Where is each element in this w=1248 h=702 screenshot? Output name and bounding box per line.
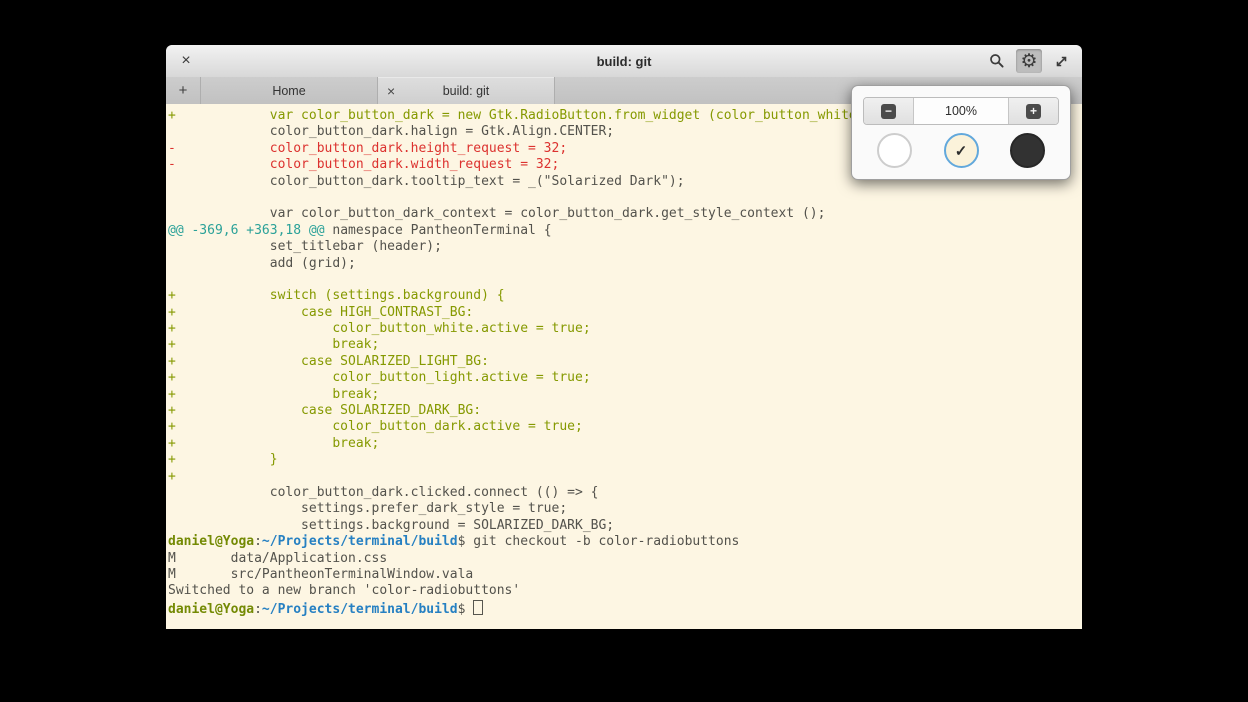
terminal-line: settings.prefer_dark_style = true;	[168, 501, 1082, 517]
terminal-text: $	[458, 602, 474, 617]
terminal-text: +	[168, 469, 176, 484]
terminal-text: settings.prefer_dark_style = true;	[168, 501, 567, 516]
check-icon: ✓	[955, 142, 968, 160]
theme-solarized-dark-button[interactable]	[1010, 133, 1045, 168]
terminal-text: :	[254, 602, 262, 617]
terminal-line: + break;	[168, 436, 1082, 452]
terminal-line: Switched to a new branch 'color-radiobut…	[168, 583, 1082, 599]
terminal-text: color_button_dark.halign = Gtk.Align.CEN…	[168, 124, 614, 139]
terminal-text: + color_button_dark.active = true;	[168, 419, 583, 434]
terminal-line: + switch (settings.background) {	[168, 288, 1082, 304]
titlebar-actions: ⚙	[984, 45, 1074, 77]
theme-solarized-light-button[interactable]: ✓	[944, 133, 979, 168]
tab-build-git[interactable]: × build: git	[378, 77, 555, 104]
terminal-text: settings.background = SOLARIZED_DARK_BG;	[168, 518, 614, 533]
theme-high-contrast-button[interactable]	[877, 133, 912, 168]
terminal-line: M data/Application.css	[168, 551, 1082, 567]
terminal-line: add (grid);	[168, 256, 1082, 272]
terminal-text: add (grid);	[168, 256, 356, 271]
terminal-text: ~/Projects/terminal/build	[262, 534, 458, 549]
terminal-line: @@ -369,6 +363,18 @@ namespace PantheonT…	[168, 223, 1082, 239]
fullscreen-button[interactable]	[1048, 49, 1074, 73]
terminal-text: namespace PantheonTerminal {	[325, 223, 552, 238]
terminal-output[interactable]: + var color_button_dark = new Gtk.RadioB…	[166, 104, 1082, 629]
terminal-text: M src/PantheonTerminalWindow.vala	[168, 567, 473, 582]
terminal-line: + case SOLARIZED_DARK_BG:	[168, 403, 1082, 419]
terminal-text: $ git checkout -b color-radiobuttons	[458, 534, 740, 549]
new-tab-button[interactable]: +	[166, 77, 201, 104]
terminal-line: + case SOLARIZED_LIGHT_BG:	[168, 354, 1082, 370]
titlebar[interactable]: × build: git ⚙	[166, 45, 1082, 78]
close-icon: ×	[387, 83, 395, 99]
terminal-text: + var color_button_dark = new Gtk.RadioB…	[168, 108, 872, 123]
terminal-text: daniel@Yoga	[168, 534, 254, 549]
terminal-line: + }	[168, 452, 1082, 468]
terminal-line: color_button_dark.clicked.connect (() =>…	[168, 485, 1082, 501]
terminal-text: daniel@Yoga	[168, 602, 254, 617]
terminal-line: daniel@Yoga:~/Projects/terminal/build$	[168, 600, 1082, 616]
terminal-text: @@ -369,6 +363,18 @@	[168, 223, 325, 238]
tab-close-button[interactable]: ×	[387, 83, 395, 99]
terminal-text: + case SOLARIZED_LIGHT_BG:	[168, 354, 489, 369]
terminal-text: - color_button_dark.width_request = 32;	[168, 157, 559, 172]
zoom-out-icon: −	[881, 104, 896, 119]
zoom-level: 100%	[913, 98, 1009, 124]
terminal-line: + color_button_light.active = true;	[168, 370, 1082, 386]
terminal-line: var color_button_dark_context = color_bu…	[168, 206, 1082, 222]
terminal-text: + case HIGH_CONTRAST_BG:	[168, 305, 473, 320]
terminal-line: +	[168, 469, 1082, 485]
terminal-text: + break;	[168, 387, 379, 402]
terminal-line	[168, 272, 1082, 288]
window-close-button[interactable]: ×	[176, 51, 196, 71]
gear-icon: ⚙	[1020, 52, 1037, 71]
terminal-text: + switch (settings.background) {	[168, 288, 505, 303]
terminal-text: color_button_dark.tooltip_text = _("Sola…	[168, 174, 685, 189]
terminal-cursor	[473, 600, 483, 615]
settings-button[interactable]: ⚙	[1016, 49, 1042, 73]
window-title: build: git	[166, 45, 1082, 77]
zoom-out-button[interactable]: −	[864, 98, 913, 124]
theme-selector: ✓	[852, 133, 1070, 168]
terminal-text: color_button_dark.clicked.connect (() =>…	[168, 485, 598, 500]
terminal-line: daniel@Yoga:~/Projects/terminal/build$ g…	[168, 534, 1082, 550]
zoom-in-button[interactable]: +	[1009, 98, 1058, 124]
settings-popover: − 100% + ✓	[851, 85, 1071, 180]
terminal-text: ~/Projects/terminal/build	[262, 602, 458, 617]
terminal-text: + break;	[168, 436, 379, 451]
terminal-line: + color_button_white.active = true;	[168, 321, 1082, 337]
tab-label: build: git	[443, 84, 490, 98]
tab-home[interactable]: Home	[201, 77, 378, 104]
terminal-line: settings.background = SOLARIZED_DARK_BG;	[168, 518, 1082, 534]
terminal-text: + color_button_light.active = true;	[168, 370, 591, 385]
terminal-text: set_titlebar (header);	[168, 239, 442, 254]
fullscreen-icon	[1054, 54, 1069, 69]
terminal-text: - color_button_dark.height_request = 32;	[168, 141, 567, 156]
tab-label: Home	[272, 84, 305, 98]
terminal-line: + color_button_dark.active = true;	[168, 419, 1082, 435]
search-button[interactable]	[984, 49, 1010, 73]
terminal-text: + }	[168, 452, 278, 467]
terminal-line: + break;	[168, 337, 1082, 353]
terminal-text: Switched to a new branch 'color-radiobut…	[168, 583, 520, 598]
zoom-in-icon: +	[1026, 104, 1041, 119]
close-icon: ×	[181, 52, 190, 70]
terminal-text: + color_button_white.active = true;	[168, 321, 591, 336]
terminal-line: + case HIGH_CONTRAST_BG:	[168, 305, 1082, 321]
terminal-text: M data/Application.css	[168, 551, 387, 566]
plus-icon: +	[179, 82, 188, 99]
terminal-text: + case SOLARIZED_DARK_BG:	[168, 403, 481, 418]
terminal-line	[168, 190, 1082, 206]
desktop-background: { "window": { "title": "build: git", "cl…	[0, 0, 1248, 702]
terminal-line: M src/PantheonTerminalWindow.vala	[168, 567, 1082, 583]
terminal-text: + break;	[168, 337, 379, 352]
zoom-control: − 100% +	[863, 97, 1059, 125]
terminal-line: set_titlebar (header);	[168, 239, 1082, 255]
terminal-text: :	[254, 534, 262, 549]
terminal-text: var color_button_dark_context = color_bu…	[168, 206, 825, 221]
search-icon	[989, 53, 1005, 69]
terminal-line: + break;	[168, 387, 1082, 403]
